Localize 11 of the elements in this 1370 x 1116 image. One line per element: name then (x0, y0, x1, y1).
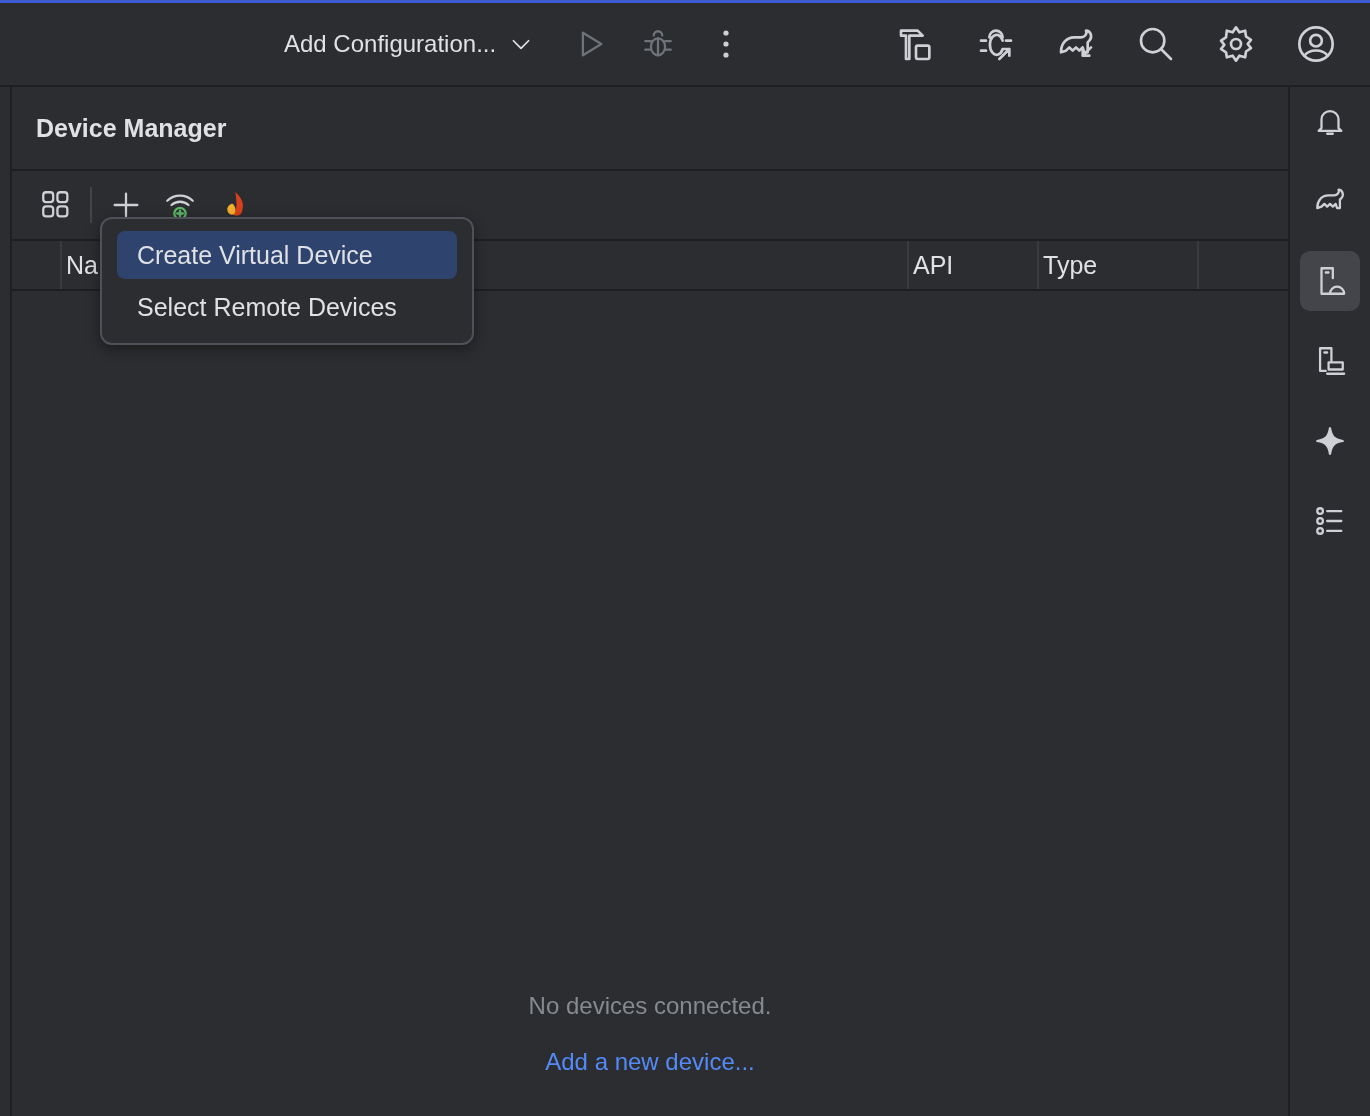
menu-item[interactable]: Select Remote Devices (117, 283, 457, 331)
add-device-link[interactable]: Add a new device... (545, 1048, 755, 1076)
panel-title: Device Manager (36, 113, 227, 143)
column-header[interactable]: Type (1043, 250, 1098, 280)
menu-item[interactable]: Create Virtual Device (117, 231, 457, 279)
empty-message: No devices connected. (528, 992, 772, 1020)
column-header[interactable]: API (913, 250, 954, 280)
more-icon[interactable] (723, 30, 730, 58)
sparkle-icon (1313, 424, 1347, 458)
column-header[interactable]: Na (66, 250, 98, 280)
configuration-dropdown[interactable]: Add Configuration... (284, 30, 535, 58)
